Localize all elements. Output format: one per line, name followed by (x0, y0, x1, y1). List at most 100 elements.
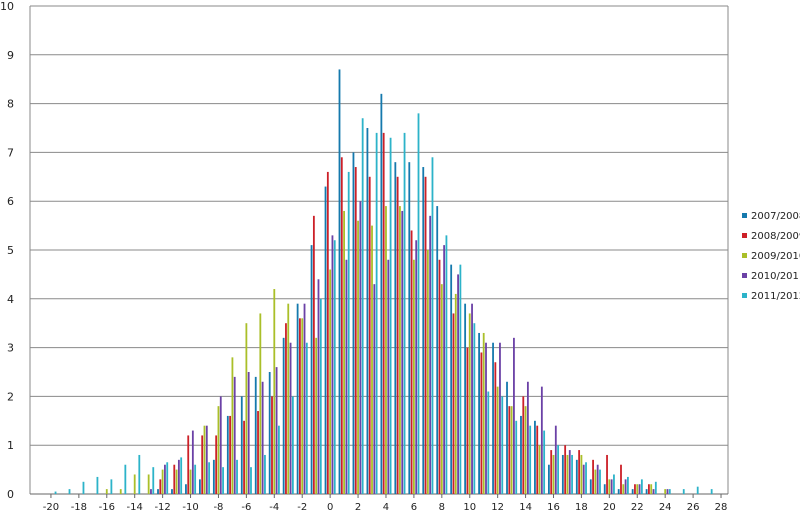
bar (96, 476, 99, 494)
bar (466, 347, 469, 494)
bar (471, 303, 473, 494)
bar (264, 454, 266, 494)
bar (166, 462, 169, 494)
x-tick-label: 12 (491, 502, 504, 510)
x-tick-label: 22 (631, 502, 644, 510)
legend-label: 2010/2011 (751, 271, 800, 282)
bar (236, 459, 238, 494)
bar (666, 489, 669, 494)
bar (159, 479, 162, 494)
bar (445, 235, 448, 495)
bar (245, 323, 248, 494)
bar (624, 479, 627, 494)
bar (157, 489, 159, 494)
bar (654, 481, 657, 494)
y-tick-label: 5 (7, 244, 14, 257)
bar (473, 323, 476, 494)
bar (608, 479, 611, 494)
bar (459, 264, 462, 494)
bar (543, 430, 546, 494)
bar (231, 357, 234, 494)
bar (664, 489, 667, 494)
bar (375, 132, 378, 494)
x-tick-label: 26 (687, 502, 700, 510)
bar (492, 342, 494, 494)
x-tick-label: -10 (182, 502, 198, 510)
bar (147, 474, 150, 494)
bar (650, 484, 653, 494)
bar (217, 406, 220, 494)
bar (347, 171, 350, 495)
bar (410, 230, 413, 495)
bar (417, 113, 420, 495)
bar (201, 435, 204, 494)
y-tick-label: 10 (0, 0, 14, 13)
bar (317, 279, 320, 494)
bar (287, 303, 290, 494)
bar (547, 464, 550, 494)
y-tick-label: 8 (7, 98, 14, 111)
x-tick-label: -4 (269, 502, 279, 510)
bar (340, 157, 343, 494)
bar (426, 250, 429, 494)
bar (408, 162, 411, 494)
bar (389, 137, 392, 494)
bar (645, 489, 648, 494)
bar (171, 489, 173, 494)
x-tick-label: -18 (71, 502, 87, 510)
bar (229, 415, 232, 494)
bar (617, 489, 620, 494)
bar (506, 381, 508, 494)
bar (480, 352, 483, 494)
x-tick-label: 10 (463, 502, 476, 510)
legend-label: 2011/2012 (751, 291, 800, 302)
bar (331, 235, 334, 495)
bar (582, 464, 585, 494)
bar (443, 245, 446, 494)
bar (401, 210, 404, 494)
bar (278, 425, 280, 494)
bar (510, 406, 513, 494)
bar (226, 415, 229, 494)
bar (571, 454, 573, 494)
bar (289, 342, 292, 494)
bar (368, 176, 371, 495)
x-tick-label: -2 (297, 502, 307, 510)
bar (373, 284, 376, 494)
x-tick-label: 14 (519, 502, 532, 510)
bar (599, 469, 601, 494)
bar (271, 396, 273, 494)
x-tick-label: -6 (241, 502, 251, 510)
bar (501, 396, 504, 494)
bar (485, 342, 487, 494)
bar (396, 176, 399, 495)
x-tick-label: 4 (383, 502, 389, 510)
bar (329, 269, 332, 494)
bar (299, 318, 301, 494)
bar (538, 445, 541, 494)
y-tick-label: 6 (7, 195, 14, 208)
bar (524, 406, 527, 494)
bar (631, 489, 634, 494)
bar (191, 430, 194, 494)
bar (301, 318, 304, 494)
bar (534, 420, 536, 494)
bar (187, 435, 190, 494)
bar (296, 303, 299, 494)
bar (561, 454, 564, 494)
bar (124, 464, 127, 494)
bar (212, 459, 215, 494)
bar (627, 476, 629, 494)
bar (380, 93, 383, 494)
bar (454, 293, 457, 494)
legend-swatch (742, 273, 747, 278)
bar (710, 489, 713, 494)
bar (596, 464, 599, 494)
bar (282, 337, 285, 494)
legend-label: 2009/2010 (751, 251, 800, 262)
bar (352, 152, 355, 494)
bar (668, 489, 671, 494)
bar (68, 489, 71, 494)
y-tick-label: 4 (7, 293, 14, 306)
bar (205, 425, 208, 494)
